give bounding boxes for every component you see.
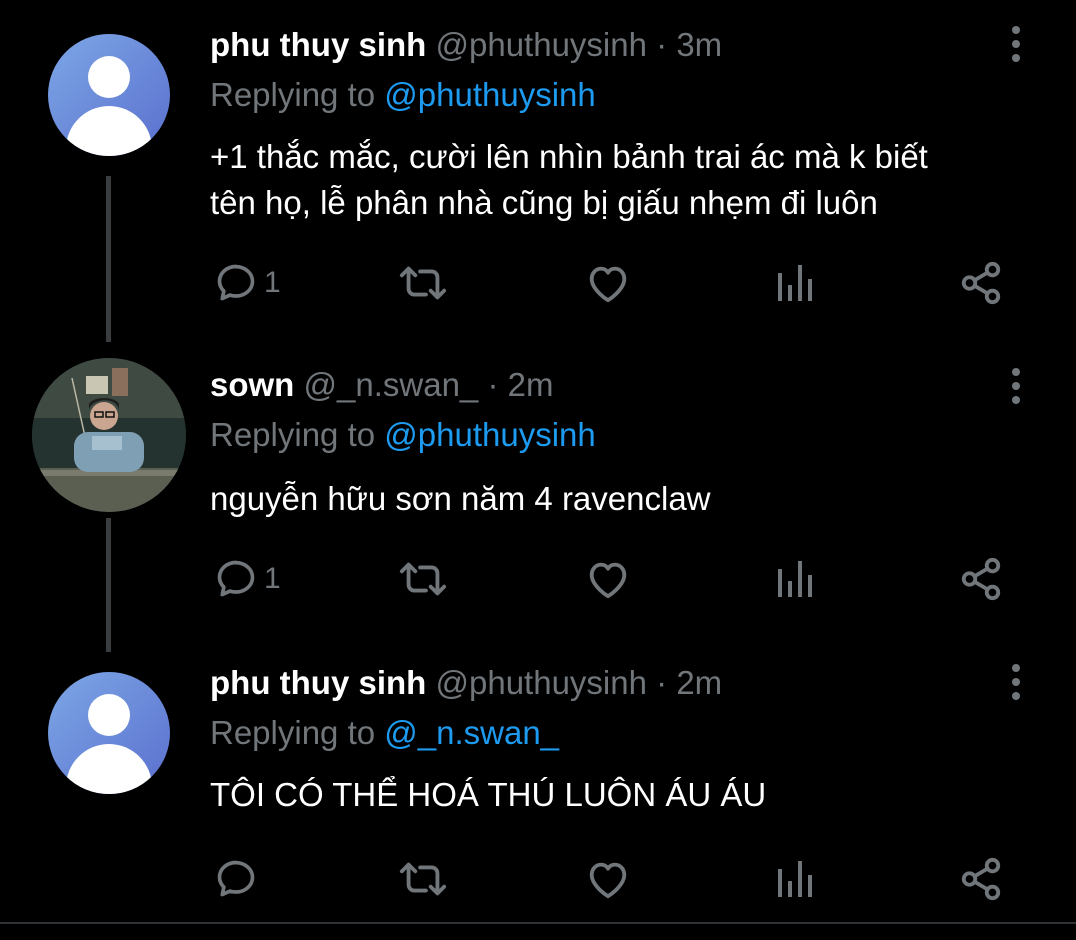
retweet-icon xyxy=(399,266,447,300)
like-button[interactable] xyxy=(585,554,631,604)
action-bar: 1 xyxy=(0,258,1076,308)
timestamp[interactable]: 2m xyxy=(676,664,722,701)
reply-button[interactable] xyxy=(214,854,264,904)
reply-button[interactable]: 1 xyxy=(214,258,281,308)
retweet-button[interactable] xyxy=(398,554,448,604)
reply-icon xyxy=(217,560,255,597)
replying-to-label: Replying to xyxy=(210,714,385,751)
default-avatar-head-shape xyxy=(88,56,130,98)
retweet-icon xyxy=(399,862,447,896)
action-bar: 1 xyxy=(0,554,1076,604)
views-icon xyxy=(778,561,812,597)
retweet-button[interactable] xyxy=(398,854,448,904)
replying-to-line: Replying to @_n.swan_ xyxy=(210,714,559,752)
tweet-header: phu thuy sinh @phuthuysinh · 3m xyxy=(210,26,722,64)
tweet-header: sown @_n.swan_ · 2m xyxy=(210,366,553,404)
like-button[interactable] xyxy=(585,854,631,904)
tweet[interactable]: phu thuy sinh @phuthuysinh · 3m Replying… xyxy=(0,0,1076,330)
views-button[interactable] xyxy=(776,554,816,604)
display-name[interactable]: phu thuy sinh xyxy=(210,664,426,701)
tweet[interactable]: phu thuy sinh @phuthuysinh · 2m Replying… xyxy=(0,660,1076,922)
reply-icon xyxy=(217,860,255,897)
user-handle[interactable]: @phuthuysinh xyxy=(435,664,646,701)
like-icon xyxy=(589,562,627,599)
tweet-text-line: +1 thắc mắc, cười lên nhìn bảnh trai ác … xyxy=(210,138,928,175)
user-handle[interactable]: @_n.swan_ xyxy=(304,366,479,403)
reply-button[interactable]: 1 xyxy=(214,554,281,604)
tweet-text: +1 thắc mắc, cười lên nhìn bảnh trai ác … xyxy=(210,134,1040,226)
more-options-icon[interactable] xyxy=(1008,368,1024,408)
views-button[interactable] xyxy=(776,854,816,904)
views-icon xyxy=(778,861,812,897)
separator-dot: · xyxy=(656,664,668,701)
replying-to-handle-link[interactable]: @phuthuysinh xyxy=(384,416,595,453)
views-button[interactable] xyxy=(776,258,816,308)
share-icon xyxy=(961,857,1001,901)
timestamp[interactable]: 2m xyxy=(508,366,554,403)
default-avatar-body-shape xyxy=(66,106,152,156)
more-options-icon[interactable] xyxy=(1008,664,1024,704)
share-button[interactable] xyxy=(958,854,1004,904)
tweet[interactable]: sown @_n.swan_ · 2m Replying to @phuthuy… xyxy=(0,340,1076,660)
reply-count: 1 xyxy=(264,562,281,595)
display-name[interactable]: phu thuy sinh xyxy=(210,26,426,63)
default-avatar-body-shape xyxy=(66,744,152,794)
replying-to-handle-link[interactable]: @phuthuysinh xyxy=(384,76,595,113)
profile-photo-image xyxy=(32,358,186,512)
like-icon xyxy=(589,266,627,303)
timestamp[interactable]: 3m xyxy=(676,26,722,63)
avatar[interactable] xyxy=(32,358,186,512)
avatar[interactable] xyxy=(48,672,170,794)
separator-dot: · xyxy=(487,366,499,403)
separator-dot: · xyxy=(656,26,668,63)
views-icon xyxy=(778,265,812,301)
replying-to-line: Replying to @phuthuysinh xyxy=(210,76,596,114)
default-avatar-head-shape xyxy=(88,694,130,736)
tweet-text-line: nguyễn hữu sơn năm 4 ravenclaw xyxy=(210,480,711,517)
tweet-text: nguyễn hữu sơn năm 4 ravenclaw xyxy=(210,476,1040,522)
tweet-text: TÔI CÓ THỂ HOÁ THÚ LUÔN ÁU ÁU xyxy=(210,772,1040,818)
display-name[interactable]: sown xyxy=(210,366,294,403)
tweet-text-line: TÔI CÓ THỂ HOÁ THÚ LUÔN ÁU ÁU xyxy=(210,776,767,813)
share-button[interactable] xyxy=(958,258,1004,308)
user-handle[interactable]: @phuthuysinh xyxy=(435,26,646,63)
replying-to-label: Replying to xyxy=(210,76,385,113)
more-options-icon[interactable] xyxy=(1008,26,1024,66)
tweet-header: phu thuy sinh @phuthuysinh · 2m xyxy=(210,664,722,702)
reply-count: 1 xyxy=(264,266,281,299)
divider xyxy=(0,922,1076,924)
share-icon xyxy=(961,261,1001,305)
share-button[interactable] xyxy=(958,554,1004,604)
like-button[interactable] xyxy=(585,258,631,308)
action-bar xyxy=(0,854,1076,904)
retweet-button[interactable] xyxy=(398,258,448,308)
replying-to-line: Replying to @phuthuysinh xyxy=(210,416,596,454)
tweet-text-line: tên họ, lễ phân nhà cũng bị giấu nhẹm đi… xyxy=(210,184,878,221)
replying-to-label: Replying to xyxy=(210,416,385,453)
retweet-icon xyxy=(399,562,447,596)
reply-icon xyxy=(217,264,255,301)
replying-to-handle-link[interactable]: @_n.swan_ xyxy=(384,714,559,751)
share-icon xyxy=(961,557,1001,601)
like-icon xyxy=(589,862,627,899)
avatar[interactable] xyxy=(48,34,170,156)
